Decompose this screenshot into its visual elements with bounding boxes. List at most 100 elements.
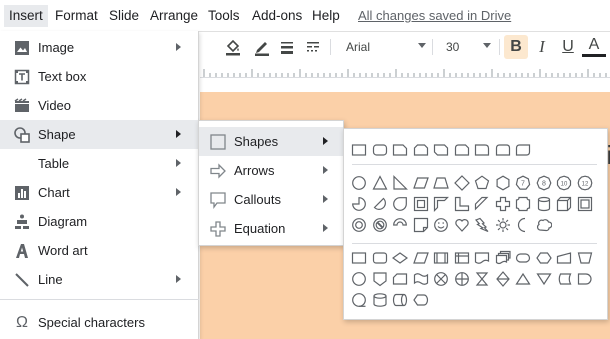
flowchart-terminator-icon[interactable] xyxy=(515,250,531,266)
smiley-face-icon[interactable] xyxy=(433,217,449,233)
menu-add-ons[interactable]: Add-ons xyxy=(247,5,307,27)
flowchart-alternate-process-icon[interactable] xyxy=(372,250,388,266)
menu-arrange[interactable]: Arrange xyxy=(145,5,203,27)
flowchart-collate-icon[interactable] xyxy=(474,271,490,287)
corner-icon[interactable] xyxy=(454,196,470,212)
flowchart-magnetic-disk-icon[interactable] xyxy=(372,292,388,308)
diagonal-stripe-icon[interactable] xyxy=(474,196,490,212)
cube-icon[interactable] xyxy=(556,196,572,212)
right-triangle-icon[interactable] xyxy=(392,175,408,191)
diamond-icon[interactable] xyxy=(453,175,470,191)
submenu-item-shapes[interactable]: Shapes xyxy=(199,127,343,156)
flowchart-manual-input-icon[interactable] xyxy=(556,250,572,266)
teardrop-icon[interactable] xyxy=(392,196,408,212)
menu-item-table[interactable]: Table xyxy=(0,149,199,178)
save-status-link[interactable]: All changes saved in Drive xyxy=(358,5,511,27)
can-icon[interactable] xyxy=(536,196,552,212)
lightning-bolt-icon[interactable] xyxy=(474,217,490,233)
round-single-corner-rectangle-icon[interactable] xyxy=(474,142,490,158)
flowchart-connector-icon[interactable] xyxy=(351,271,367,287)
snip-diagonal-corner-rectangle-icon[interactable] xyxy=(433,142,449,158)
menu-item-shape[interactable]: Shape xyxy=(0,120,199,149)
heptagon-icon[interactable]: 7 xyxy=(515,175,531,191)
fill-color-icon[interactable] xyxy=(220,35,246,59)
cloud-icon[interactable] xyxy=(536,217,552,233)
flowchart-document-icon[interactable] xyxy=(474,250,490,266)
menu-help[interactable]: Help xyxy=(307,5,345,27)
menu-slide[interactable]: Slide xyxy=(104,5,144,27)
sun-icon[interactable] xyxy=(495,217,511,233)
flowchart-summing-junction-icon[interactable] xyxy=(433,271,449,287)
rounded-rectangle-icon[interactable] xyxy=(372,142,388,158)
decagon-icon[interactable]: 10 xyxy=(556,175,572,191)
moon-icon[interactable] xyxy=(515,217,531,233)
flowchart-process-icon[interactable] xyxy=(351,250,367,266)
menu-tools[interactable]: Tools xyxy=(203,5,245,27)
menu-item-chart[interactable]: Chart xyxy=(0,178,199,207)
border-color-icon[interactable] xyxy=(249,35,275,59)
half-frame-icon[interactable] xyxy=(433,196,449,212)
font-family-select[interactable]: Arial xyxy=(340,35,420,59)
flowchart-merge-icon[interactable] xyxy=(535,271,552,287)
dodecagon-icon[interactable]: 12 xyxy=(577,175,593,191)
menu-item-text-box[interactable]: Text box xyxy=(0,62,199,91)
flowchart-or-icon[interactable] xyxy=(454,271,470,287)
donut-icon[interactable] xyxy=(351,217,367,233)
flowchart-internal-storage-icon[interactable] xyxy=(454,250,470,266)
flowchart-sort-icon[interactable] xyxy=(495,271,511,287)
heart-icon[interactable] xyxy=(454,217,470,233)
menu-insert[interactable]: Insert xyxy=(4,5,48,27)
menu-item-word-art[interactable]: Word art xyxy=(0,236,199,265)
flowchart-manual-operation-icon[interactable] xyxy=(577,250,593,266)
chord-icon[interactable] xyxy=(372,196,388,212)
menu-item-image[interactable]: Image xyxy=(0,33,199,62)
octagon-icon[interactable]: 8 xyxy=(536,175,552,191)
menu-item-line[interactable]: Line xyxy=(0,265,199,294)
flowchart-direct-access-storage-icon[interactable] xyxy=(392,292,408,308)
oval-icon[interactable] xyxy=(351,175,367,191)
pentagon-icon[interactable] xyxy=(474,175,490,191)
round-diagonal-corner-rectangle-icon[interactable] xyxy=(515,142,531,158)
snip-single-corner-rectangle-icon[interactable] xyxy=(392,142,408,158)
flowchart-stored-data-icon[interactable] xyxy=(556,271,572,287)
trapezoid-icon[interactable] xyxy=(433,175,449,191)
flowchart-preparation-icon[interactable] xyxy=(535,250,552,266)
hexagon-icon[interactable] xyxy=(495,175,511,191)
round-same-side-corner-rectangle-icon[interactable] xyxy=(495,142,511,158)
flowchart-sequential-access-storage-icon[interactable] xyxy=(351,292,367,308)
text-color-icon[interactable]: A xyxy=(582,35,606,57)
bold-icon[interactable]: B xyxy=(504,35,528,59)
underline-icon[interactable]: U xyxy=(556,35,580,59)
plaque-icon[interactable] xyxy=(515,196,531,212)
flowchart-display-icon[interactable] xyxy=(412,292,429,308)
parallelogram-icon[interactable] xyxy=(412,175,429,191)
folded-corner-icon[interactable] xyxy=(413,217,429,233)
flowchart-predefined-process-icon[interactable] xyxy=(433,250,449,266)
flowchart-delay-icon[interactable] xyxy=(577,271,593,287)
submenu-item-equation[interactable]: Equation xyxy=(199,214,343,243)
menu-format[interactable]: Format xyxy=(50,5,103,27)
no-symbol-icon[interactable] xyxy=(372,217,388,233)
snip-same-side-corner-rectangle-icon[interactable] xyxy=(413,142,429,158)
triangle-icon[interactable] xyxy=(372,175,388,191)
flowchart-extract-icon[interactable] xyxy=(515,271,531,287)
snip-round-rectangle-icon[interactable] xyxy=(454,142,470,158)
pie-icon[interactable] xyxy=(351,196,367,212)
flowchart-punched-tape-icon[interactable] xyxy=(413,271,429,287)
flowchart-card-icon[interactable] xyxy=(392,271,408,287)
flowchart-data-icon[interactable] xyxy=(412,250,429,266)
submenu-item-arrows[interactable]: Arrows xyxy=(199,156,343,185)
bevel-icon[interactable] xyxy=(577,196,593,212)
border-dash-icon[interactable] xyxy=(300,35,326,59)
menu-item-video[interactable]: Video xyxy=(0,91,199,120)
block-arc-icon[interactable] xyxy=(392,217,408,233)
flowchart-off-page-connector-icon[interactable] xyxy=(372,271,388,287)
flowchart-multidocument-icon[interactable] xyxy=(495,250,511,266)
plus-icon[interactable] xyxy=(495,196,511,212)
italic-icon[interactable]: I xyxy=(530,35,554,59)
submenu-item-callouts[interactable]: Callouts xyxy=(199,185,343,214)
border-weight-icon[interactable] xyxy=(274,35,300,59)
rectangle-icon[interactable] xyxy=(351,142,367,158)
flowchart-decision-icon[interactable] xyxy=(391,250,409,266)
menu-item-diagram[interactable]: Diagram xyxy=(0,207,199,236)
